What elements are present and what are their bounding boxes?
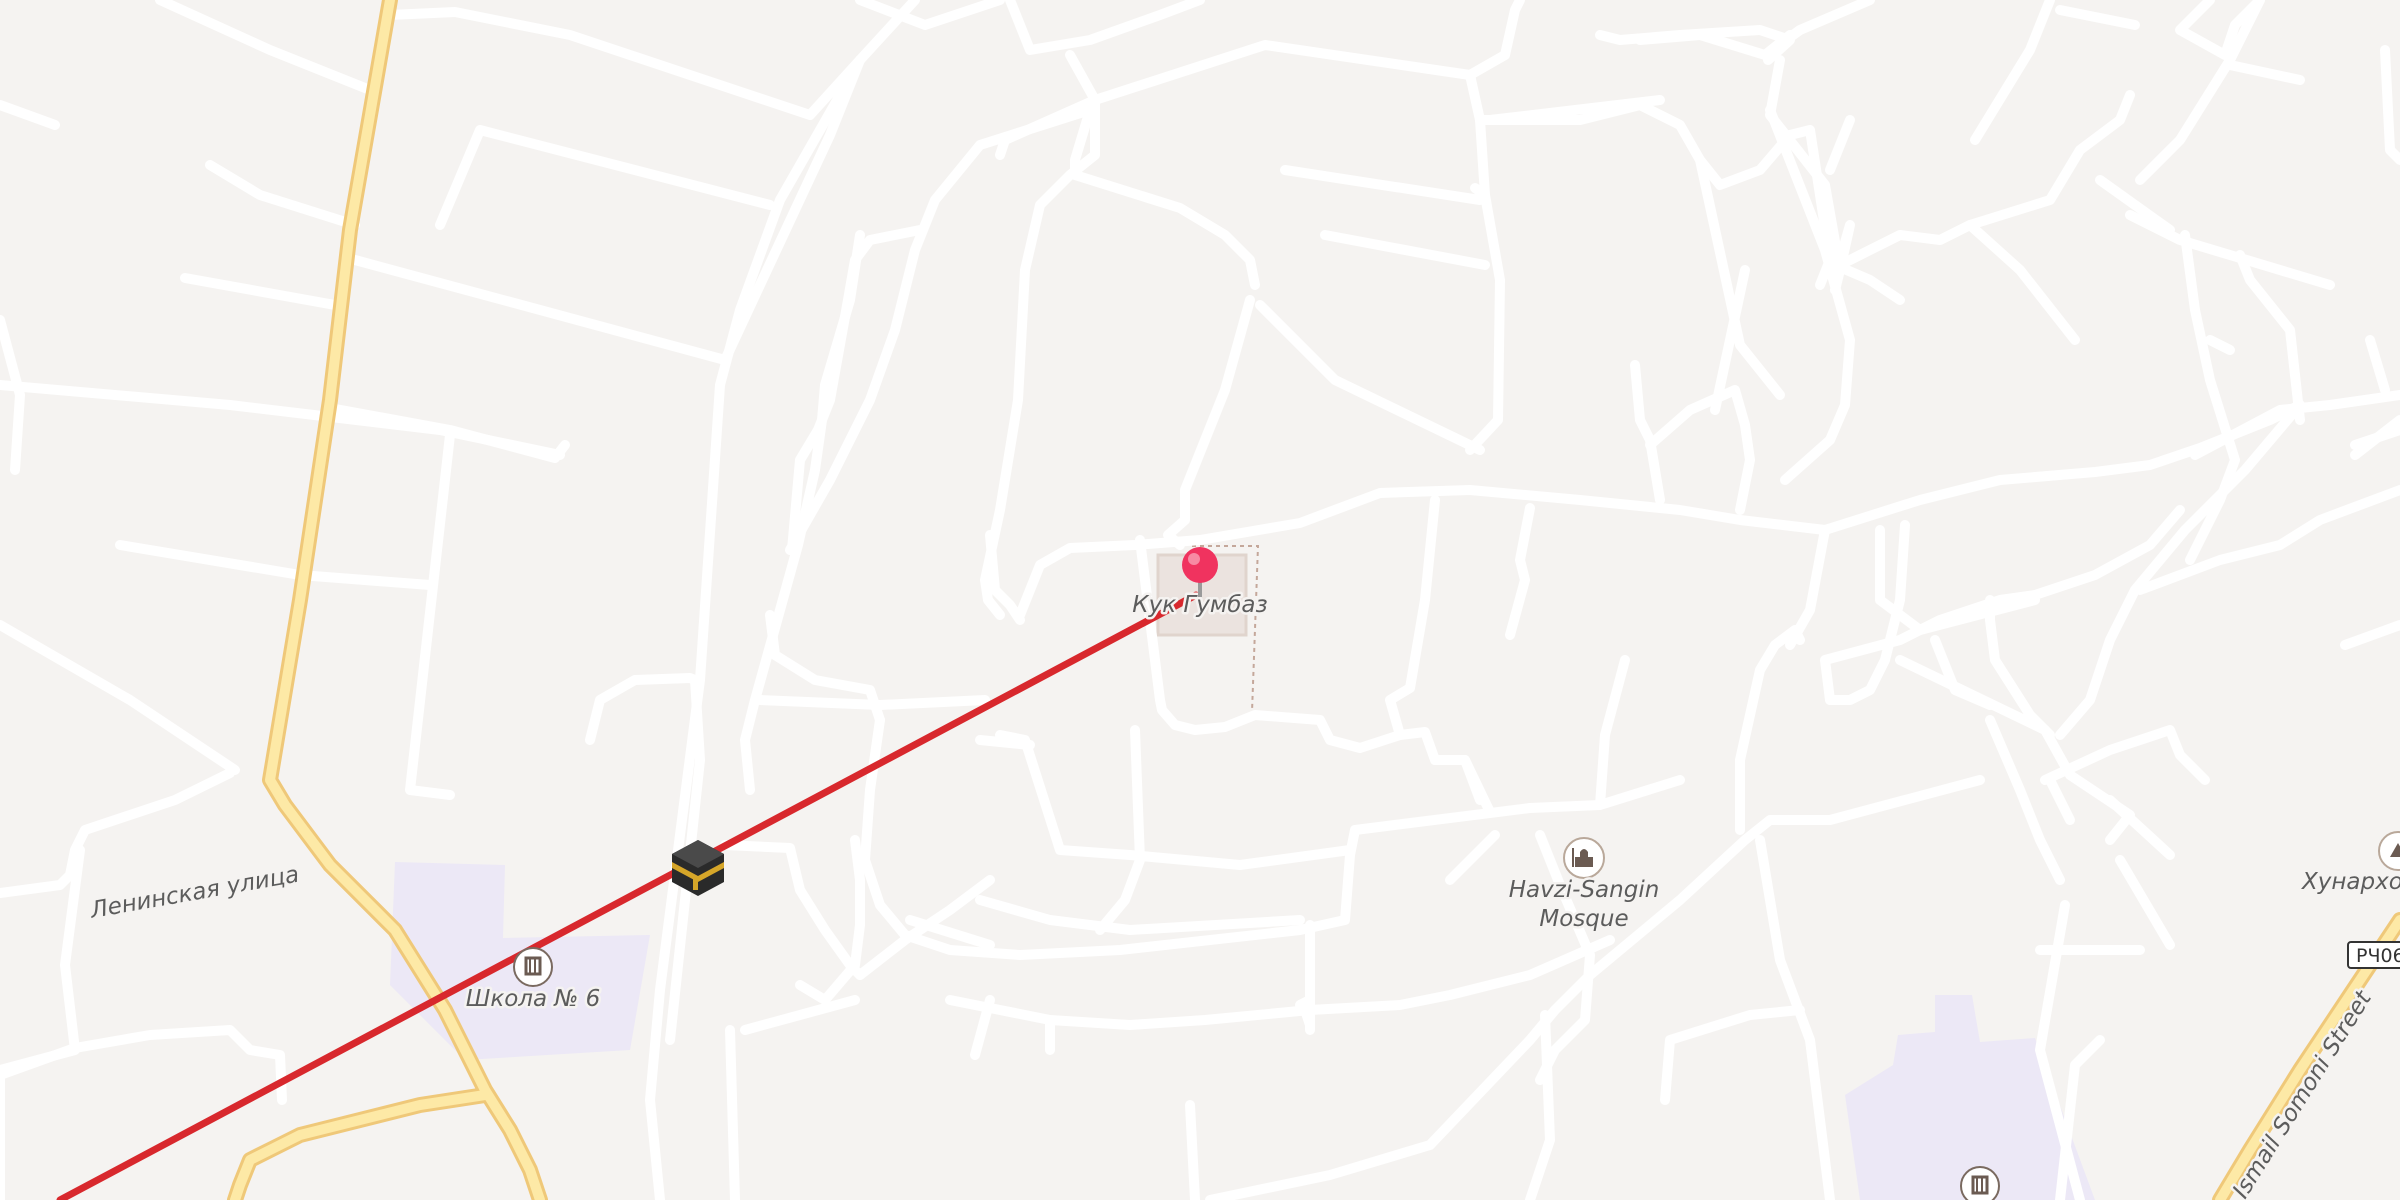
arts-label: Хунархои xyxy=(2301,869,2400,895)
mosque-label: Havzi-Sangin xyxy=(1509,877,1660,903)
school-icon[interactable] xyxy=(1960,1166,2000,1200)
svg-text:РЧ06: РЧ06 xyxy=(2356,945,2400,967)
mosque-label: Mosque xyxy=(1539,906,1628,932)
school-label: Школа № 6 xyxy=(466,986,601,1012)
school-icon[interactable] xyxy=(513,947,553,987)
road-shield: РЧ06 xyxy=(2347,941,2400,969)
mosque-icon[interactable] xyxy=(1563,837,1605,879)
map-canvas[interactable]: Школа № 6 Havzi-Sangin Mosque Хунархои Р… xyxy=(0,0,2400,1200)
